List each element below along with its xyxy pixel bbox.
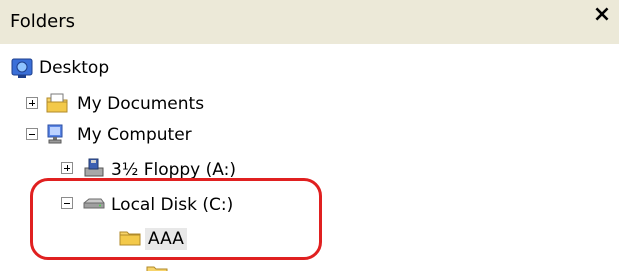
my-documents-icon [46,93,68,113]
folder-icon [146,266,168,271]
tree-item-label: 3½ Floppy (A:) [111,160,236,180]
local-disk-icon [83,198,105,209]
tree-item-label: Local Disk (C:) [111,195,234,215]
pane-title: Folders [10,11,76,32]
tree-item-local-disk[interactable]: Local Disk (C:) [0,190,300,220]
desktop-icon [11,58,33,78]
tree-item-my-computer[interactable]: My Computer [0,121,260,151]
collapse-icon[interactable] [61,197,73,209]
tree-item-aaa[interactable]: AAA [0,224,300,254]
expand-icon[interactable] [61,162,73,174]
tree-item-label: My Documents [77,94,205,114]
tree-item-label: Desktop [39,58,110,78]
folder-icon [119,231,141,246]
tree-item-my-documents[interactable]: My Documents [0,90,260,120]
tree-item-label: My Computer [77,125,192,145]
tree-item-partial[interactable] [0,258,619,271]
folder-tree: Desktop My Documents My Computer 3½ Flop… [0,44,619,271]
tree-item-desktop[interactable]: Desktop [0,54,200,84]
folders-pane-header: Folders × [0,0,619,44]
floppy-drive-icon [84,158,104,177]
expand-icon[interactable] [26,97,38,109]
my-computer-icon [47,124,63,144]
collapse-icon[interactable] [26,128,38,140]
close-button[interactable]: × [590,4,614,28]
tree-item-floppy[interactable]: 3½ Floppy (A:) [0,155,300,185]
tree-item-label: AAA [145,228,187,250]
